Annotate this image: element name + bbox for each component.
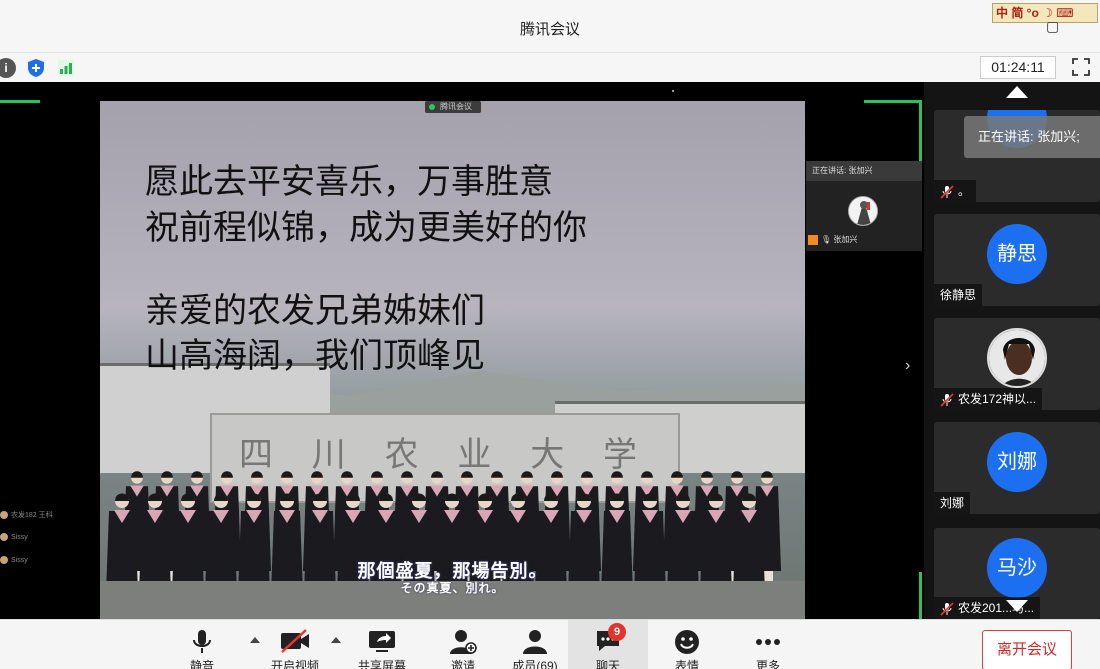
avatar: 马沙 bbox=[987, 538, 1047, 598]
window-controls[interactable]: ▢ ✕ bbox=[1046, 18, 1100, 35]
participant-tile[interactable]: 农发172神以... bbox=[934, 318, 1100, 410]
members-icon bbox=[523, 630, 547, 654]
shared-video[interactable]: 四 川 农 业 大 学 愿此去平安喜乐，万事胜意 祝前程似锦，成为更美好的你 亲… bbox=[100, 101, 805, 619]
share-screen-button[interactable]: 共享屏幕 bbox=[347, 620, 417, 669]
avatar bbox=[0, 556, 8, 564]
bottom-toolbar: 静音 开启视频 共享屏幕 邀请 成员(69) 9 聊天 表情 更多 离开会议 bbox=[0, 619, 1100, 669]
video-tag-label: 腾讯会议 bbox=[440, 102, 472, 111]
members-label: 成员(69) bbox=[512, 659, 558, 669]
video-options-caret-icon[interactable] bbox=[331, 637, 341, 643]
window-title: 腾讯会议 bbox=[519, 21, 580, 38]
active-speaker-frame bbox=[864, 100, 922, 103]
lyric-line: 山高海阔，我们顶峰见 bbox=[145, 336, 485, 376]
start-video-button[interactable]: 开启视频 bbox=[260, 620, 330, 669]
emoji-button[interactable]: 表情 bbox=[652, 620, 722, 669]
muted-mic-icon bbox=[940, 393, 954, 407]
more-dots-icon bbox=[756, 639, 780, 645]
shield-icon[interactable] bbox=[26, 58, 46, 78]
network-signal-icon[interactable] bbox=[56, 58, 76, 78]
avatar bbox=[0, 533, 8, 541]
title-bar: 腾讯会议 中 简 °o ☽ ⌨ ▢ ✕ bbox=[0, 0, 1100, 52]
meeting-timer: 01:24:11 bbox=[980, 56, 1056, 79]
app-window: 腾讯会议 中 简 °o ☽ ⌨ ▢ ✕ i 01:24:11 bbox=[0, 0, 1100, 669]
thumbnail-header: 正在讲话: 张加兴 bbox=[806, 161, 922, 181]
video-off-icon bbox=[281, 629, 309, 653]
avatar bbox=[0, 511, 8, 520]
user-icon bbox=[808, 234, 818, 245]
person-photo-icon bbox=[989, 330, 1045, 386]
emoji-label: 表情 bbox=[674, 659, 699, 669]
share-screen-label: 共享屏幕 bbox=[357, 659, 406, 669]
more-button[interactable]: 更多 bbox=[733, 620, 803, 669]
chevron-right-icon[interactable]: › bbox=[905, 357, 910, 375]
scroll-up-icon[interactable] bbox=[1006, 86, 1028, 98]
avatar: 静思 bbox=[987, 224, 1047, 284]
participant-name: 刘娜 bbox=[934, 492, 971, 514]
add-user-icon bbox=[450, 630, 477, 654]
info-icon[interactable]: i bbox=[0, 58, 16, 78]
muted-mic-icon bbox=[940, 185, 954, 199]
avatar bbox=[987, 328, 1047, 388]
muted-mic-icon bbox=[940, 602, 954, 616]
leave-meeting-button[interactable]: 离开会议 bbox=[982, 630, 1072, 669]
more-label: 更多 bbox=[755, 659, 780, 669]
participant-name: 农发172神以... bbox=[934, 388, 1043, 410]
start-video-label: 开启视频 bbox=[270, 659, 319, 669]
participant-tile[interactable]: 刘娜 刘娜 bbox=[934, 422, 1100, 514]
microphone-icon bbox=[193, 630, 211, 653]
chat-button[interactable]: 9 聊天 bbox=[568, 620, 648, 669]
lyric-line: 愿此去平安喜乐，万事胜意 bbox=[145, 162, 553, 202]
chat-label: 聊天 bbox=[595, 659, 620, 669]
lyric-line: 亲爱的农发兄弟姊妹们 bbox=[145, 291, 485, 331]
video-subtitle-secondary: その真夏、別れ。 bbox=[400, 581, 505, 595]
active-speaker-frame bbox=[919, 572, 922, 619]
avatar bbox=[848, 196, 878, 226]
person-photo-icon bbox=[849, 197, 877, 225]
mute-button[interactable]: 静音 bbox=[167, 620, 237, 669]
meeting-info-bar: i 01:24:11 bbox=[0, 52, 1100, 82]
mute-options-caret-icon[interactable] bbox=[250, 637, 260, 643]
mini-chat-item: 农发182 王科 bbox=[0, 510, 53, 520]
thumbnail-footer: 🎙 张加兴 bbox=[808, 234, 857, 245]
invite-label: 邀请 bbox=[450, 659, 475, 669]
video-source-tag: 腾讯会议 bbox=[425, 101, 481, 113]
active-speaker-frame bbox=[0, 100, 40, 103]
fullscreen-icon[interactable] bbox=[1071, 57, 1091, 77]
members-button[interactable]: 成员(69) bbox=[500, 620, 570, 669]
avatar: 刘娜 bbox=[987, 432, 1047, 492]
speaker-thumbnail[interactable]: 正在讲话: 张加兴 🎙 张加兴 bbox=[806, 161, 922, 251]
scroll-down-icon[interactable] bbox=[1006, 600, 1028, 612]
mute-label: 静音 bbox=[189, 659, 214, 669]
unread-badge: 9 bbox=[608, 623, 626, 641]
lyric-line: 祝前程似锦，成为更美好的你 bbox=[145, 208, 587, 248]
mic-icon: 🎙 bbox=[821, 235, 832, 244]
participant-tile[interactable]: 静思 徐静思 bbox=[934, 214, 1100, 306]
participant-name: 。 bbox=[934, 180, 977, 202]
smiley-icon bbox=[675, 630, 699, 654]
speaking-indicator: 正在讲话: 张加兴; bbox=[964, 116, 1100, 158]
participant-panel: 。 静思 徐静思 农发172神以... 刘娜 刘娜 马沙 农发201...马..… bbox=[924, 82, 1100, 619]
live-dot-icon bbox=[429, 104, 435, 110]
shared-screen-stage: 四 川 农 业 大 学 愿此去平安喜乐，万事胜意 祝前程似锦，成为更美好的你 亲… bbox=[0, 82, 924, 619]
mini-chat-item: Sissy bbox=[0, 556, 28, 564]
invite-button[interactable]: 邀请 bbox=[428, 620, 498, 669]
share-screen-icon bbox=[369, 631, 395, 652]
participant-name: 徐静思 bbox=[934, 284, 983, 306]
decor-dot bbox=[672, 90, 674, 92]
mini-chat-item: Sissy bbox=[0, 533, 28, 541]
